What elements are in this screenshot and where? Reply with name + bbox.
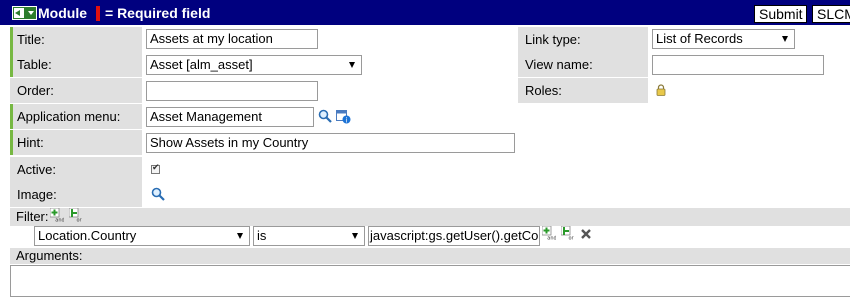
title-input[interactable]: Assets at my location	[146, 29, 318, 49]
filter-operator-select[interactable]: is	[253, 226, 365, 246]
filter-label: Filter:	[16, 209, 49, 224]
dropdown-arrow-icon	[352, 233, 358, 239]
add-and-condition-icon[interactable]: and	[50, 208, 64, 222]
filter-value-input[interactable]: javascript:gs.getUser().getCo	[368, 226, 540, 246]
table-label: Table:	[10, 52, 142, 77]
required-legend: = Required field	[105, 5, 211, 21]
form-title: Module	[38, 5, 87, 21]
image-search-icon[interactable]	[151, 187, 165, 201]
hint-label: Hint:	[10, 130, 142, 155]
active-label: Active:	[10, 157, 142, 182]
back-arrow-icon	[14, 8, 24, 18]
arguments-label: Arguments:	[10, 248, 850, 264]
link-type-select[interactable]: List of Records	[652, 29, 795, 49]
dropdown-arrow-icon	[237, 233, 243, 239]
filter-field-select[interactable]: Location.Country	[34, 226, 250, 246]
search-icon[interactable]	[318, 109, 332, 123]
add-or-condition-icon[interactable]: or	[561, 226, 575, 240]
link-type-select-value: List of Records	[656, 31, 743, 46]
lock-icon[interactable]	[656, 84, 666, 96]
reference-info-icon[interactable]: i	[336, 110, 351, 124]
svg-text:i: i	[346, 117, 348, 125]
link-type-label: Link type:	[518, 27, 648, 52]
required-marker-icon	[96, 6, 100, 21]
add-and-condition-icon[interactable]: and	[542, 226, 556, 240]
image-label: Image:	[10, 182, 142, 207]
filter-field-value: Location.Country	[38, 228, 137, 243]
svg-text:and: and	[547, 236, 556, 241]
svg-text:or: or	[568, 236, 574, 241]
chevron-down-icon	[28, 11, 34, 15]
roles-label: Roles:	[518, 78, 648, 103]
filter-operator-value: is	[257, 228, 267, 243]
add-or-condition-icon[interactable]: or	[69, 208, 83, 222]
svg-text:or: or	[76, 218, 82, 223]
dropdown-arrow-icon	[349, 62, 355, 68]
active-checkbox[interactable]	[151, 163, 160, 174]
order-input[interactable]	[146, 81, 318, 101]
order-label: Order:	[10, 78, 142, 103]
table-select-value: Asset [alm_asset]	[150, 57, 253, 72]
dropdown-arrow-icon	[782, 36, 788, 42]
svg-text:and: and	[55, 218, 64, 223]
hint-input[interactable]: Show Assets in my Country	[146, 133, 515, 153]
delete-condition-icon[interactable]	[580, 228, 592, 240]
application-menu-input[interactable]: Asset Management	[146, 107, 314, 127]
filter-bar	[10, 208, 850, 226]
table-select[interactable]: Asset [alm_asset]	[146, 55, 362, 75]
slcm-button[interactable]: SLCM	[812, 5, 850, 23]
view-name-label: View name:	[518, 52, 648, 77]
title-label: Title:	[10, 27, 142, 52]
submit-button[interactable]: Submit	[754, 5, 807, 23]
arguments-textarea[interactable]	[10, 265, 850, 297]
application-menu-label: Application menu:	[10, 104, 142, 129]
back-button[interactable]	[12, 6, 37, 20]
view-name-input[interactable]	[652, 55, 824, 75]
